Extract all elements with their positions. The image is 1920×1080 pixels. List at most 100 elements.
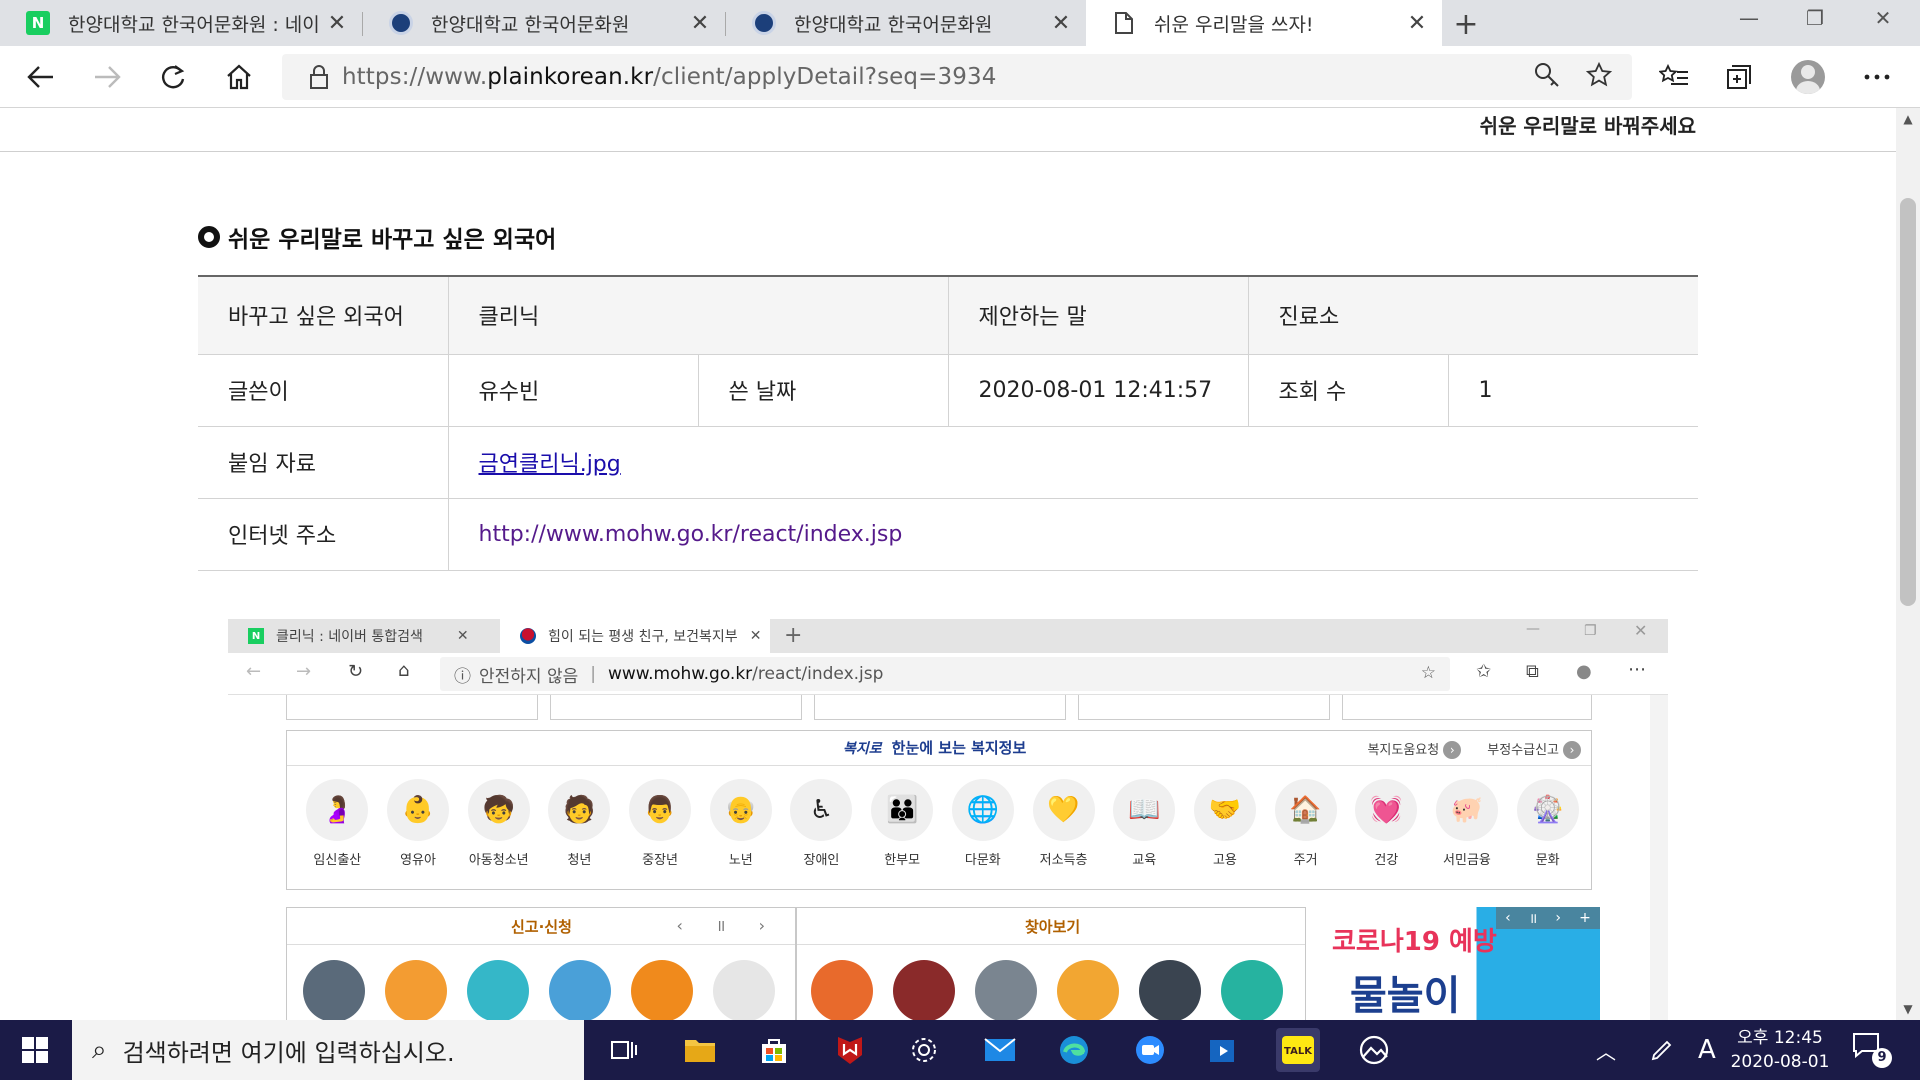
views-label: 조회 수: [1248, 354, 1449, 427]
close-tab-icon: ✕: [749, 628, 762, 644]
file-explorer-icon[interactable]: [678, 1028, 722, 1072]
category-icons: 🤰 임신출산 👶 영유아 🧒 아동청소년 🧑 청년 👨 중장년 👴 노년 ♿ 장애인 👪 한부모 🌐 다문화 💛 저소…: [297, 779, 1588, 868]
service-icon: [893, 960, 955, 1020]
scroll-up-icon[interactable]: ▲: [1896, 112, 1920, 126]
mail-icon[interactable]: [978, 1028, 1022, 1072]
tab-hanyang-2[interactable]: 한양대학교 한국어문화원 ✕: [726, 0, 1086, 46]
service-icon: [713, 960, 775, 1020]
taskbar-search-box[interactable]: ⌕ 검색하려면 여기에 입력하십시오.: [72, 1020, 584, 1080]
scroll-down-icon[interactable]: ▼: [1896, 1002, 1920, 1016]
tab-hanyang-1[interactable]: 한양대학교 한국어문화원 ✕: [363, 0, 725, 46]
settings-gear-icon[interactable]: [902, 1028, 946, 1072]
back-icon[interactable]: [22, 58, 60, 96]
key-icon[interactable]: [1534, 62, 1560, 92]
internet-cell: http://www.mohw.go.kr/react/index.jsp: [448, 498, 1698, 571]
forward-icon[interactable]: [88, 58, 126, 96]
tab-naver-search[interactable]: N 한양대학교 한국어문화원 : 네이 ✕: [0, 0, 362, 46]
refresh-icon[interactable]: [154, 58, 192, 96]
more-menu-icon: ⋯: [1628, 659, 1646, 680]
collections-icon: ⧉: [1526, 661, 1539, 682]
covid-banner: 코로나19 예방 물놀이 ‹ ॥ › +: [1326, 907, 1600, 1020]
heart-hand-icon: 💛: [1032, 779, 1095, 841]
welfare-category-label: 고용: [1212, 853, 1237, 868]
service-icon: [1057, 960, 1119, 1020]
store-icon[interactable]: [752, 1028, 796, 1072]
welfare-title-text: 한눈에 보는 복지정보: [891, 739, 1027, 757]
photos-app-icon[interactable]: [1352, 1028, 1396, 1072]
insecure-label: 안전하지 않음: [479, 666, 579, 687]
youth-icon: 🧑: [548, 779, 611, 841]
table-row: 붙임 자료 금연클리닉.jpg: [198, 426, 1698, 499]
close-tab-icon[interactable]: ✕: [1050, 11, 1072, 36]
favorites-list-icon[interactable]: [1655, 58, 1693, 96]
welfare-category: 👶 영유아: [378, 779, 459, 868]
action-center-icon[interactable]: 9: [1852, 1032, 1892, 1068]
search-placeholder: 검색하려면 여기에 입력하십시오.: [122, 1038, 455, 1067]
ime-indicator[interactable]: A: [1698, 1020, 1716, 1080]
collections-icon[interactable]: [1720, 58, 1758, 96]
report-box: 신고·신청 ‹ ॥ ›: [286, 907, 796, 1020]
attachment-link[interactable]: 금연클리닉.jpg: [479, 452, 621, 477]
foreign-word-value: 클리닉: [448, 276, 949, 355]
restore-button[interactable]: ❐: [1786, 0, 1844, 36]
mcafee-icon[interactable]: [828, 1028, 872, 1072]
piggy-bank-icon: 🐖: [1435, 779, 1498, 841]
house-icon: 🏠: [1274, 779, 1337, 841]
welfare-category: 💛 저소득층: [1023, 779, 1104, 868]
forward-icon: →: [296, 661, 312, 682]
system-clock[interactable]: 오후 12:45 2020-08-01: [1720, 1026, 1840, 1074]
internet-link[interactable]: http://www.mohw.go.kr/react/index.jsp: [479, 522, 903, 547]
minimize-button[interactable]: —: [1720, 0, 1778, 36]
page-scrollbar[interactable]: ▲ ▼: [1896, 108, 1920, 1020]
close-tab-icon[interactable]: ✕: [326, 11, 348, 36]
address-bar[interactable]: https://www.plainkorean.kr/client/applyD…: [282, 54, 1632, 100]
box: [550, 695, 802, 720]
naver-icon: N: [248, 628, 264, 644]
ferris-wheel-icon: 🎡: [1516, 779, 1579, 841]
clock-time: 오후 12:45: [1737, 1028, 1823, 1048]
welfare-category-label: 임신출산: [313, 853, 362, 868]
more-menu-icon[interactable]: [1858, 58, 1896, 96]
welfare-category-label: 다문화: [964, 853, 1001, 868]
welfare-category-label: 청년: [567, 853, 592, 868]
favorite-star-icon[interactable]: [1585, 61, 1613, 92]
windows-start-icon[interactable]: [0, 1020, 70, 1080]
naver-icon: N: [26, 11, 50, 35]
disabled-icon: ♿: [790, 779, 853, 841]
close-tab-icon: ✕: [456, 628, 469, 644]
service-icon: [303, 960, 365, 1020]
zoom-icon[interactable]: [1128, 1028, 1172, 1072]
page-icon: [1112, 11, 1136, 35]
close-window-button[interactable]: ✕: [1854, 0, 1912, 36]
welfare-panel: 복지로 한눈에 보는 복지정보 복지도움요청 부정수급신고 🤰 임신출산 👶 영유아 🧒…: [286, 730, 1592, 890]
welfare-category: 🧑 청년: [539, 779, 620, 868]
profile-icon: ●: [1576, 661, 1592, 682]
media-player-icon[interactable]: [1202, 1028, 1246, 1072]
profile-avatar[interactable]: [1791, 60, 1825, 94]
kakaotalk-icon[interactable]: TALK: [1276, 1028, 1320, 1072]
welfare-category: 📖 교육: [1104, 779, 1185, 868]
service-icon: [467, 960, 529, 1020]
close-tab-icon[interactable]: ✕: [1406, 11, 1428, 36]
scroll-thumb[interactable]: [1900, 198, 1916, 606]
embedded-url-path: /react/index.jsp: [752, 664, 884, 684]
lock-icon[interactable]: [296, 65, 342, 89]
single-parent-icon: 👪: [871, 779, 934, 841]
tab-plain-korean[interactable]: 쉬운 우리말을 쓰자! ✕: [1086, 0, 1442, 46]
welfare-category-label: 중장년: [642, 853, 679, 868]
close-tab-icon[interactable]: ✕: [689, 11, 711, 36]
show-hidden-icons[interactable]: ︿: [1596, 1020, 1616, 1080]
table-row: 글쓴이 유수빈 쓴 날짜 2020-08-01 12:41:57 조회 수 1: [198, 354, 1698, 427]
new-tab-button[interactable]: +: [1446, 4, 1486, 44]
task-view-icon[interactable]: [602, 1028, 646, 1072]
tab-title: 한양대학교 한국어문화원: [431, 13, 630, 36]
welfare-category: 🤰 임신출산: [297, 779, 378, 868]
back-icon: ←: [246, 661, 262, 682]
pen-ink-icon[interactable]: [1650, 1020, 1674, 1080]
welfare-logo: 복지로: [843, 740, 882, 757]
edge-browser-icon[interactable]: [1052, 1028, 1096, 1072]
divider: [797, 944, 1305, 945]
home-icon[interactable]: [220, 58, 258, 96]
notification-badge: 9: [1872, 1048, 1892, 1068]
hanyang-icon: [389, 11, 413, 35]
